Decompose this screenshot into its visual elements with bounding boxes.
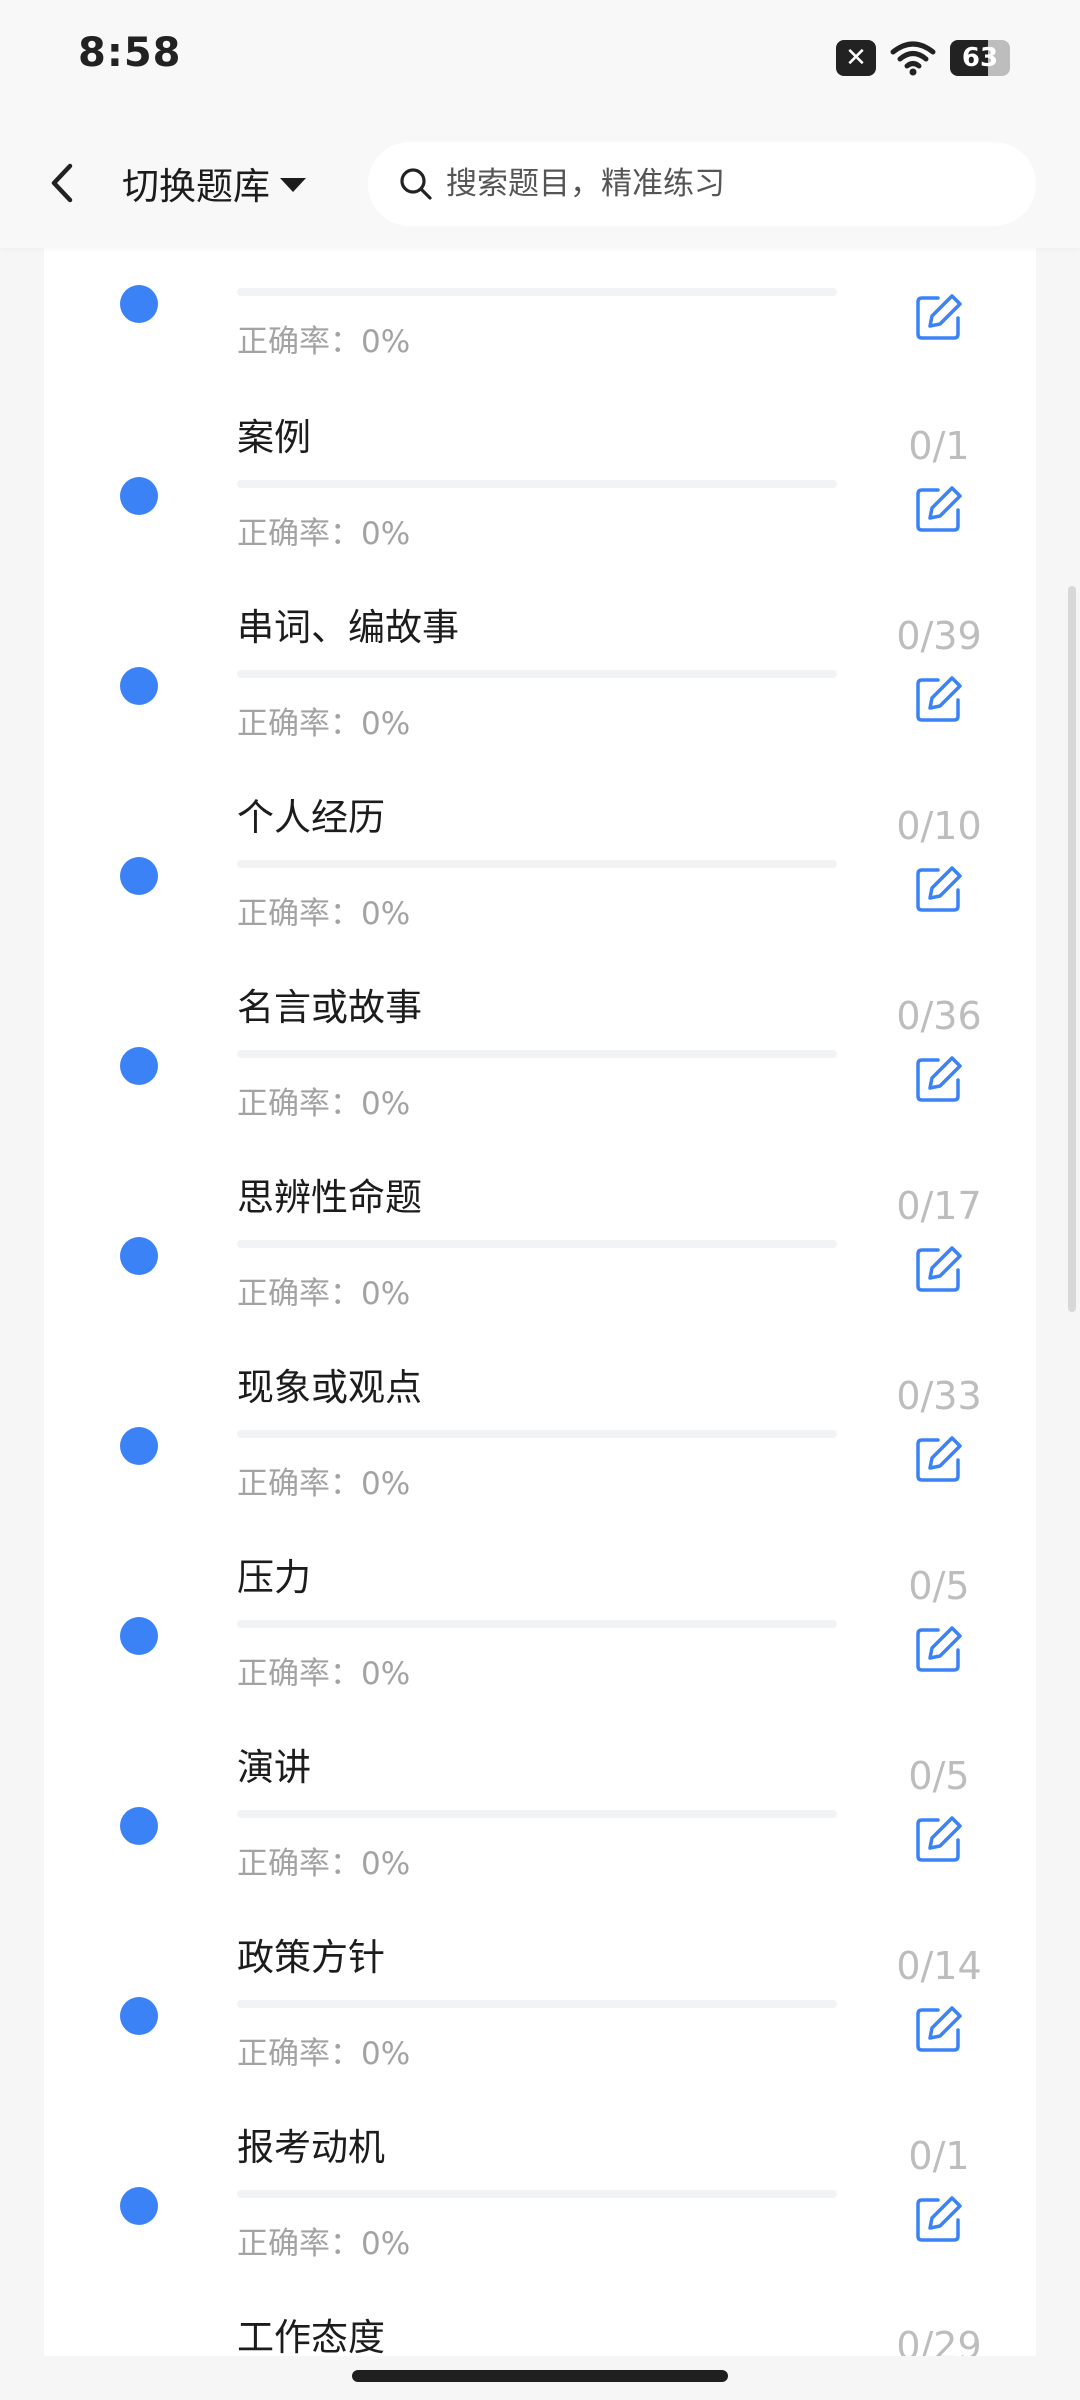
list-item[interactable]: 个人经历正确率：0% 0/10	[44, 796, 1036, 986]
item-title: 思辨性命题	[237, 1176, 422, 1219]
status-bar: 8:58 ✕ 63	[0, 0, 1080, 118]
status-icons: ✕ 63	[836, 40, 1010, 76]
bank-switch-button[interactable]: 切换题库	[122, 156, 306, 210]
search-input[interactable]	[444, 165, 968, 203]
edit-icon[interactable]	[912, 1812, 966, 1866]
count-label: 0/39	[896, 614, 982, 658]
wifi-icon	[890, 40, 936, 76]
progress-bar	[237, 288, 837, 296]
top-nav: 切换题库	[0, 118, 1080, 248]
count-label: 0/10	[896, 804, 982, 848]
item-title: 政策方针	[237, 1936, 385, 1979]
edit-icon[interactable]	[912, 672, 966, 726]
accuracy-label: 正确率：0%	[237, 2036, 411, 2072]
item-title: 压力	[237, 1556, 311, 1599]
item-title: 工作态度	[237, 2316, 385, 2356]
accuracy-label: 正确率：0%	[237, 516, 411, 552]
edit-icon[interactable]	[912, 1432, 966, 1486]
list-item[interactable]: 正确率：0%0/100	[44, 248, 1036, 414]
item-title: 演讲	[237, 1746, 311, 1789]
status-dot	[120, 1237, 158, 1275]
count-label: 0/5	[908, 1754, 970, 1798]
bank-switch-label: 切换题库	[122, 165, 270, 208]
count-label: 0/14	[896, 1944, 982, 1988]
progress-bar	[237, 860, 837, 868]
item-title: 串词、编故事	[237, 606, 459, 649]
accuracy-label: 正确率：0%	[237, 1086, 411, 1122]
list-item[interactable]: 思辨性命题正确率：0% 0/17	[44, 1176, 1036, 1366]
status-dot	[120, 1427, 158, 1465]
progress-bar	[237, 670, 837, 678]
accuracy-label: 正确率：0%	[237, 324, 411, 360]
list-item[interactable]: 现象或观点正确率：0% 0/33	[44, 1366, 1036, 1556]
status-dot	[120, 477, 158, 515]
status-time: 8:58	[78, 30, 182, 76]
edit-icon[interactable]	[912, 2002, 966, 2056]
caret-down-icon	[280, 178, 306, 192]
edit-icon[interactable]	[912, 1622, 966, 1676]
accuracy-label: 正确率：0%	[237, 896, 411, 932]
progress-bar	[237, 480, 837, 488]
count-label: 0/33	[896, 1374, 982, 1418]
count-label: 0/1	[908, 2134, 970, 2178]
item-title: 案例	[237, 416, 311, 459]
status-dot	[120, 285, 158, 323]
progress-bar	[237, 1810, 837, 1818]
search-box[interactable]	[368, 142, 1036, 226]
progress-bar	[237, 1050, 837, 1058]
battery-level: 63	[961, 43, 999, 73]
accuracy-label: 正确率：0%	[237, 1466, 411, 1502]
status-dot	[120, 1807, 158, 1845]
item-title: 个人经历	[237, 796, 385, 839]
edit-icon[interactable]	[912, 2192, 966, 2246]
notification-close-icon: ✕	[836, 40, 876, 76]
scrollbar[interactable]	[1068, 586, 1076, 1312]
list-item[interactable]: 政策方针正确率：0% 0/14	[44, 1936, 1036, 2126]
accuracy-label: 正确率：0%	[237, 1846, 411, 1882]
edit-icon[interactable]	[912, 1242, 966, 1296]
list-item[interactable]: 案例正确率：0% 0/1	[44, 416, 1036, 606]
edit-icon[interactable]	[912, 290, 966, 344]
accuracy-label: 正确率：0%	[237, 2226, 411, 2262]
accuracy-label: 正确率：0%	[237, 1276, 411, 1312]
list-item[interactable]: 演讲正确率：0% 0/5	[44, 1746, 1036, 1936]
status-dot	[120, 1997, 158, 2035]
list-item[interactable]: 报考动机正确率：0% 0/1	[44, 2126, 1036, 2316]
progress-bar	[237, 1240, 837, 1248]
edit-icon[interactable]	[912, 482, 966, 536]
count-label: 0/36	[896, 994, 982, 1038]
back-icon[interactable]	[38, 158, 88, 208]
accuracy-label: 正确率：0%	[237, 706, 411, 742]
count-label: 0/1	[908, 424, 970, 468]
question-category-list: 正确率：0%0/100案例正确率：0%0/1串词、编故事正确率：0%0/39个人…	[44, 248, 1036, 2356]
list-item[interactable]: 串词、编故事正确率：0% 0/39	[44, 606, 1036, 796]
edit-icon[interactable]	[912, 862, 966, 916]
count-label: 0/5	[908, 1564, 970, 1608]
progress-bar	[237, 1430, 837, 1438]
progress-bar	[237, 1620, 837, 1628]
list-item[interactable]: 工作态度正确率：0%0/29	[44, 2316, 1036, 2356]
progress-bar	[237, 2000, 837, 2008]
status-dot	[120, 1617, 158, 1655]
accuracy-label: 正确率：0%	[237, 1656, 411, 1692]
count-label: 0/17	[896, 1184, 982, 1228]
progress-bar	[237, 2190, 837, 2198]
status-dot	[120, 667, 158, 705]
item-title: 现象或观点	[237, 1366, 422, 1409]
status-dot	[120, 2187, 158, 2225]
status-dot	[120, 1047, 158, 1085]
search-icon	[398, 166, 444, 202]
list-item[interactable]: 压力正确率：0% 0/5	[44, 1556, 1036, 1746]
count-label: 0/29	[896, 2324, 982, 2356]
home-indicator[interactable]	[352, 2370, 728, 2382]
battery-icon: 63	[950, 40, 1010, 76]
item-title: 报考动机	[237, 2126, 385, 2169]
list-item[interactable]: 名言或故事正确率：0% 0/36	[44, 986, 1036, 1176]
screen: 8:58 ✕ 63 切换题库 搜索题目，精准练习 正确率：0% 案例 正确率：0…	[0, 0, 1080, 2400]
status-dot	[120, 857, 158, 895]
item-title: 名言或故事	[237, 986, 422, 1029]
edit-icon[interactable]	[912, 1052, 966, 1106]
